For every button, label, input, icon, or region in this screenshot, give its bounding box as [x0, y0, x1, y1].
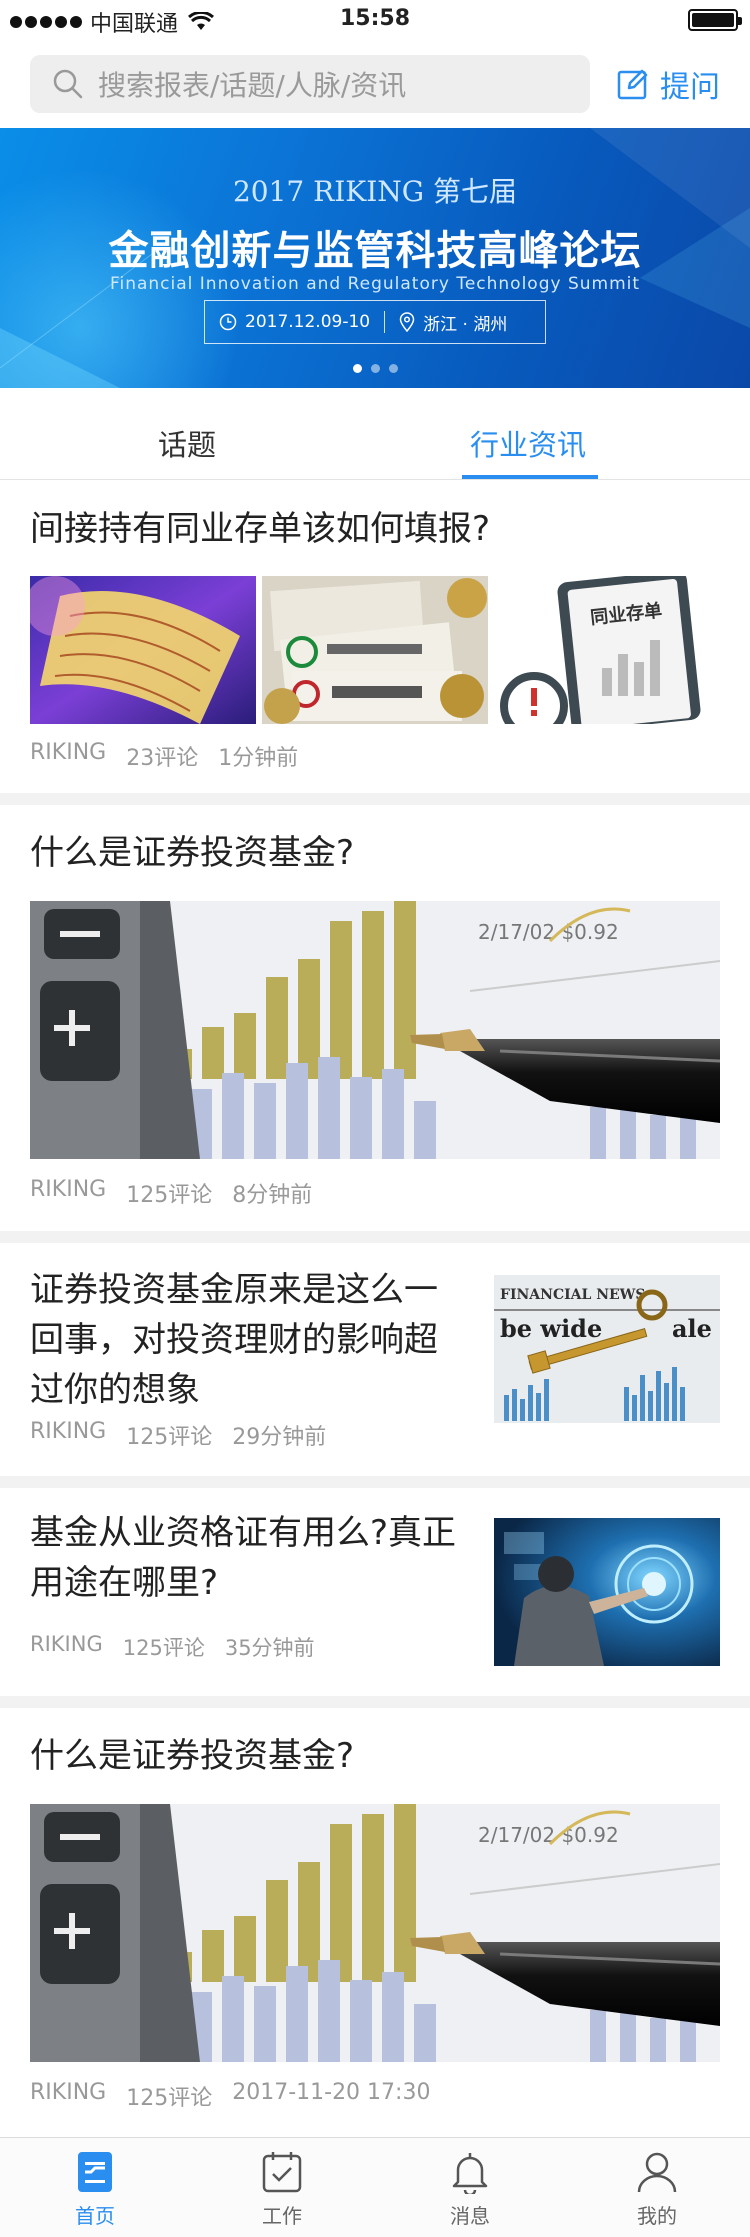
clock: 15:58 [339, 6, 411, 31]
article-source: RIKING [30, 2080, 107, 2105]
location-pin-icon [399, 312, 415, 332]
article-meta: RIKING 125评论 29分钟前 [30, 1419, 326, 1451]
battery-icon [688, 9, 742, 31]
article-time: 2017-11-20 17:30 [232, 2080, 431, 2105]
banner-location-text: 浙江 · 湖州 [423, 314, 508, 335]
home-doc-icon [78, 2152, 112, 2192]
article-time: 8分钟前 [232, 1183, 313, 1208]
article-source: RIKING [30, 1177, 107, 1202]
ask-button[interactable]: 提问 [616, 62, 720, 106]
chart-photo-label: 2/17/02 $0.92 [478, 1823, 619, 1847]
banner-subtitle: Financial Innovation and Regulatory Tech… [109, 274, 641, 294]
article-source: RIKING [30, 1632, 103, 1656]
article-comments: 125评论 [126, 1425, 213, 1450]
chart-photo-label: 2/17/02 $0.92 [478, 920, 619, 944]
tab-bar: 话题 行业资讯 [0, 400, 750, 480]
article-meta: RIKING 125评论 8分钟前 [30, 1177, 312, 1209]
article-card[interactable]: 什么是证券投资基金? 2/17/02 [0, 805, 750, 1230]
user-icon [637, 2152, 677, 2193]
article-title: 什么是证券投资基金? [30, 833, 355, 873]
nav-work-label: 工作 [262, 2204, 302, 2228]
article-meta: RIKING 23评论 1分钟前 [30, 740, 298, 772]
article-card[interactable]: 什么是证券投资基金? 2/17/02 [0, 1708, 750, 2136]
article-time: 29分钟前 [232, 1425, 327, 1450]
article-source: RIKING [30, 1419, 107, 1444]
banner-pager[interactable] [0, 364, 750, 373]
nav-profile-label: 我的 [637, 2204, 677, 2228]
pager-dot[interactable] [370, 364, 380, 373]
article-image: 2/17/02 $0.92 [30, 901, 720, 1159]
article-thumbnail [30, 576, 256, 724]
article-comments: 125评论 [126, 2086, 213, 2111]
article-card[interactable]: 证券投资基金原来是这么一回事，对投资理财的影响超过你的想象 FINANCIAL … [0, 1243, 750, 1475]
nav-messages-label: 消息 [450, 2204, 490, 2228]
search-input[interactable]: 搜索报表/话题/人脉/资讯 [30, 55, 590, 113]
section-divider [0, 793, 750, 805]
article-source: RIKING [30, 740, 107, 765]
svg-text:ale: ale [672, 1314, 712, 1343]
banner-location: 浙江 · 湖州 [385, 310, 521, 335]
bottom-nav: 首页 工作 消息 我的 [0, 2137, 750, 2237]
banner-date-text: 2017.12.09-10 [245, 312, 371, 332]
pager-dot[interactable] [352, 364, 362, 373]
ask-label: 提问 [660, 70, 720, 105]
article-thumbnail [262, 576, 488, 724]
newspaper-masthead: FINANCIAL NEWS [500, 1287, 646, 1303]
article-thumbnail: 同业存单 [494, 576, 720, 724]
pager-dot[interactable] [388, 364, 398, 373]
article-meta: RIKING 125评论 35分钟前 [30, 1632, 315, 1662]
article-time: 35分钟前 [224, 1636, 315, 1660]
article-thumbnail: FINANCIAL NEWS be wide ale [494, 1275, 720, 1423]
bell-icon [452, 2153, 488, 2194]
article-title: 基金从业资格证有用么?真正用途在哪里? [30, 1513, 457, 1603]
article-comments: 125评论 [126, 1183, 213, 1208]
article-comments: 125评论 [122, 1636, 205, 1660]
article-comments: 23评论 [126, 746, 199, 771]
search-placeholder: 搜索报表/话题/人脉/资讯 [98, 69, 407, 102]
tab-topics[interactable]: 话题 [158, 422, 216, 464]
article-image: 2/17/02 $0.92 [30, 1804, 720, 2062]
nav-messages[interactable]: 消息 [410, 2144, 530, 2229]
banner-year-line: 2017 RIKING 第七届 [232, 175, 518, 208]
tab-industry-news[interactable]: 行业资讯 [470, 422, 586, 464]
article-card[interactable]: 基金从业资格证有用么?真正用途在哪里? RIKING 125评论 35分钟前 [0, 1488, 750, 1696]
article-card[interactable]: 间接持有同业存单该如何填报? 同业存单 RIKING 23评论 1分钟前 [0, 492, 750, 788]
article-title: 间接持有同业存单该如何填报? [30, 509, 491, 549]
nav-work[interactable]: 工作 [222, 2144, 342, 2229]
article-time: 1分钟前 [218, 746, 299, 771]
banner-info-box: 2017.12.09-10 浙江 · 湖州 [204, 300, 546, 344]
edit-icon [617, 69, 648, 100]
tab-active-indicator [462, 475, 598, 479]
article-thumbnail [494, 1518, 720, 1666]
article-title: 什么是证券投资基金? [30, 1736, 355, 1776]
section-divider [0, 1231, 750, 1243]
calendar-check-icon [262, 2152, 302, 2193]
article-title: 证券投资基金原来是这么一回事，对投资理财的影响超过你的想象 [30, 1270, 438, 1410]
nav-home-label: 首页 [75, 2204, 115, 2228]
svg-text:be wide: be wide [500, 1314, 602, 1343]
section-divider [0, 1696, 750, 1708]
clock-icon [219, 313, 237, 331]
nav-home[interactable]: 首页 [35, 2144, 155, 2229]
nav-profile[interactable]: 我的 [597, 2144, 717, 2229]
article-meta: RIKING 125评论 2017-11-20 17:30 [30, 2080, 430, 2112]
section-divider [0, 1476, 750, 1488]
banner-carousel[interactable]: 2017 RIKING 第七届 金融创新与监管科技高峰论坛 Financial … [0, 128, 750, 388]
banner-date: 2017.12.09-10 [205, 312, 384, 332]
search-icon [53, 69, 83, 99]
status-bar: 中国联通 15:58 [0, 0, 750, 40]
banner-title: 金融创新与监管科技高峰论坛 [108, 228, 642, 274]
